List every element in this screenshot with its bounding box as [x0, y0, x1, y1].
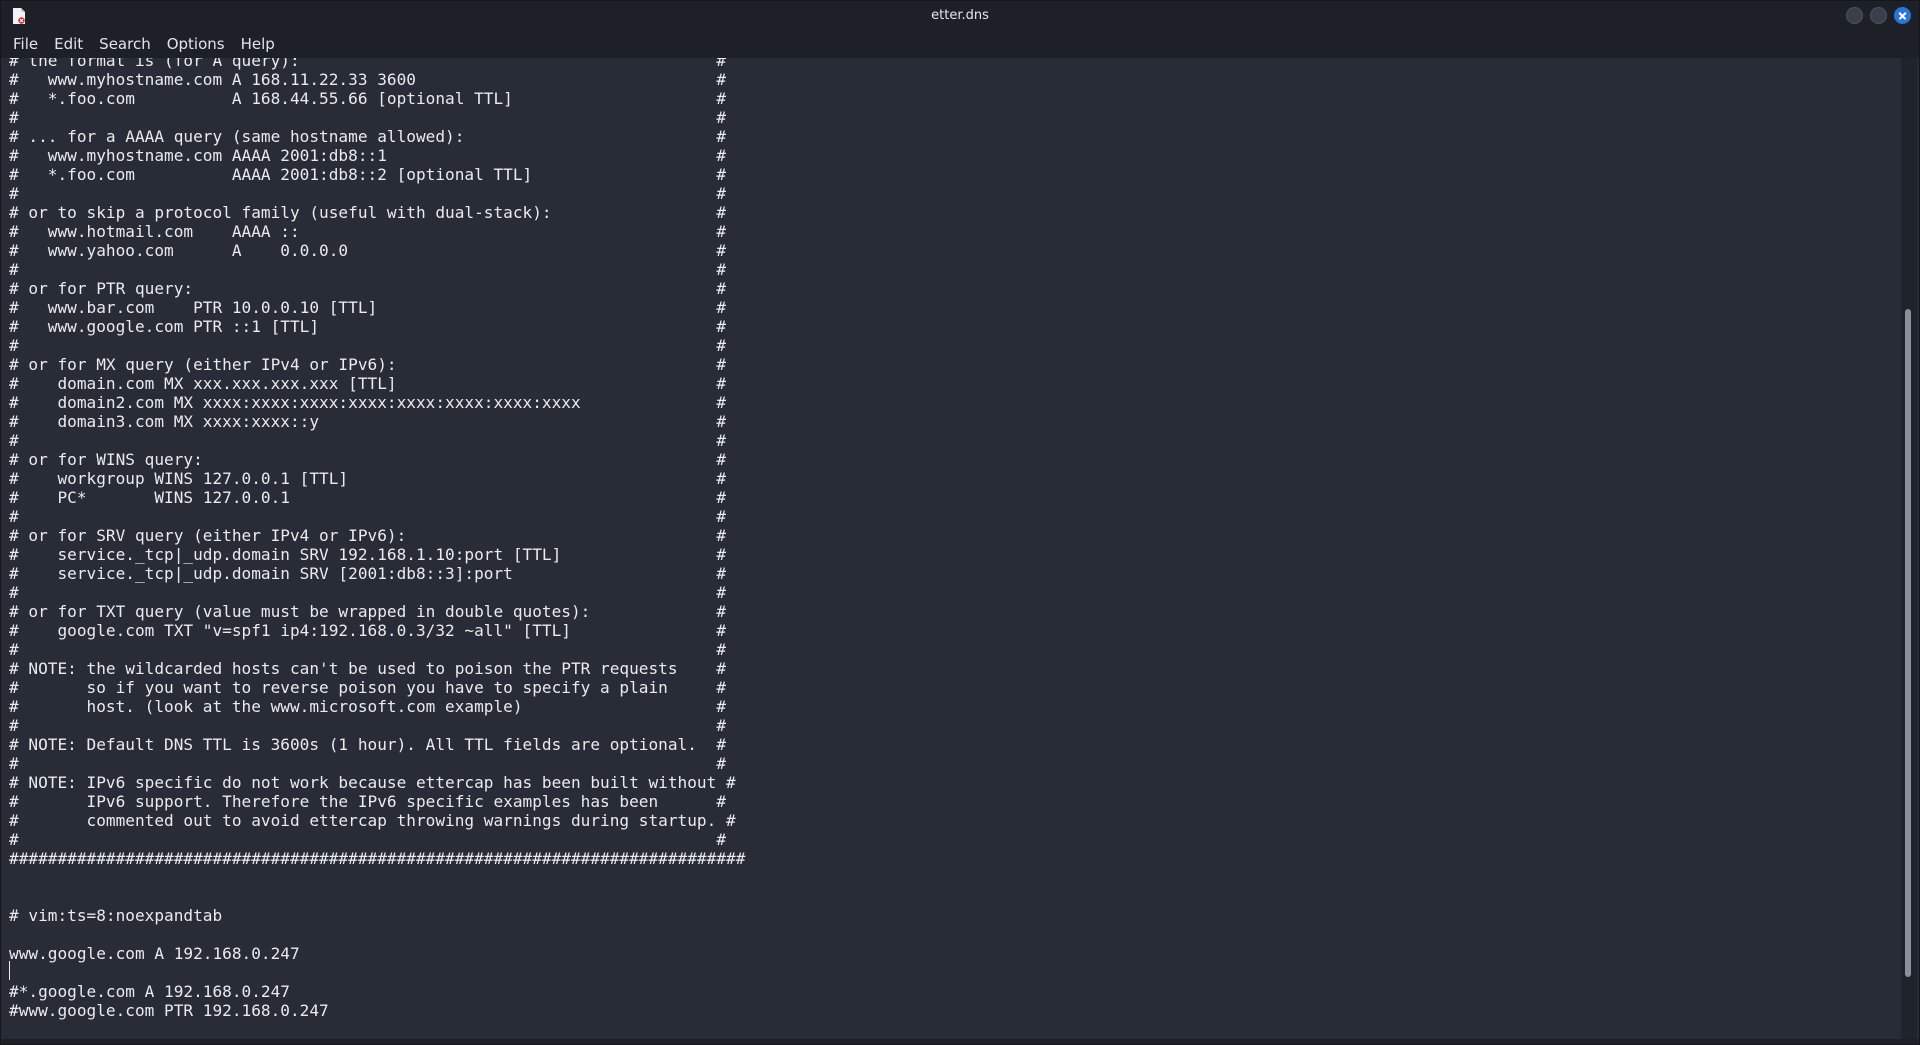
menu-file[interactable]: File: [5, 31, 46, 58]
editor-line[interactable]: # www.google.com PTR ::1 [TTL] #: [9, 317, 745, 336]
editor-line[interactable]: # or to skip a protocol family (useful w…: [9, 203, 745, 222]
editor-line[interactable]: #*.google.com A 192.168.0.247: [9, 982, 745, 1001]
editor-line[interactable]: # #: [9, 716, 745, 735]
editor-line[interactable]: # or for PTR query: #: [9, 279, 745, 298]
editor-line[interactable]: # NOTE: the wildcarded hosts can't be us…: [9, 659, 745, 678]
editor-line[interactable]: # or for WINS query: #: [9, 450, 745, 469]
editor-line[interactable]: # #: [9, 640, 745, 659]
editor-line[interactable]: # #: [9, 583, 745, 602]
editor-line[interactable]: # www.myhostname.com AAAA 2001:db8::1 #: [9, 146, 745, 165]
text-editor-area[interactable]: # the format is (for A query): # # www.my…: [1, 58, 1901, 1040]
editor-line[interactable]: [9, 963, 745, 982]
editor-line[interactable]: # host. (look at the www.microsoft.com e…: [9, 697, 745, 716]
editor-line[interactable]: # #: [9, 507, 745, 526]
editor-line[interactable]: # *.foo.com A 168.44.55.66 [optional TTL…: [9, 89, 745, 108]
editor-line[interactable]: #www.google.com PTR 192.168.0.247: [9, 1001, 745, 1020]
editor-line[interactable]: [9, 887, 745, 906]
editor-line[interactable]: # ... for a AAAA query (same hostname al…: [9, 127, 745, 146]
editor-line[interactable]: # #: [9, 754, 745, 773]
maximize-button[interactable]: [1870, 7, 1887, 24]
editor-line[interactable]: ########################################…: [9, 849, 745, 868]
editor-line[interactable]: # or for MX query (either IPv4 or IPv6):…: [9, 355, 745, 374]
editor-line[interactable]: # commented out to avoid ettercap throwi…: [9, 811, 745, 830]
editor-line[interactable]: # www.myhostname.com A 168.11.22.33 3600…: [9, 70, 745, 89]
editor-line[interactable]: # domain.com MX xxx.xxx.xxx.xxx [TTL] #: [9, 374, 745, 393]
scrollbar-thumb[interactable]: [1905, 309, 1911, 977]
window-title: etter.dns: [931, 8, 989, 23]
editor-line[interactable]: # so if you want to reverse poison you h…: [9, 678, 745, 697]
text-cursor: [9, 961, 10, 980]
menu-search[interactable]: Search: [91, 31, 159, 58]
editor-line[interactable]: # service._tcp|_udp.domain SRV 192.168.1…: [9, 545, 745, 564]
editor-line[interactable]: # #: [9, 336, 745, 355]
editor-line[interactable]: # workgroup WINS 127.0.0.1 [TTL] #: [9, 469, 745, 488]
minimize-button[interactable]: [1846, 7, 1863, 24]
editor-window: etter.dns File Edit Search Options Help …: [0, 0, 1920, 1045]
editor-line[interactable]: # www.bar.com PTR 10.0.0.10 [TTL] #: [9, 298, 745, 317]
editor-line[interactable]: # service._tcp|_udp.domain SRV [2001:db8…: [9, 564, 745, 583]
editor-line[interactable]: www.google.com A 192.168.0.247: [9, 944, 745, 963]
editor-line[interactable]: # NOTE: IPv6 specific do not work becaus…: [9, 773, 745, 792]
editor-line[interactable]: # IPv6 support. Therefore the IPv6 speci…: [9, 792, 745, 811]
editor-line[interactable]: # domain3.com MX xxxx:xxxx::y #: [9, 412, 745, 431]
menu-options[interactable]: Options: [159, 31, 233, 58]
editor-line[interactable]: # #: [9, 431, 745, 450]
menu-bar: File Edit Search Options Help: [1, 31, 1919, 58]
editor-line[interactable]: # or for SRV query (either IPv4 or IPv6)…: [9, 526, 745, 545]
editor-line[interactable]: # #: [9, 830, 745, 849]
editor-line[interactable]: [9, 925, 745, 944]
editor-line[interactable]: # the format is (for A query): #: [9, 58, 745, 70]
close-button[interactable]: [1894, 7, 1911, 24]
editor-line[interactable]: # PC* WINS 127.0.0.1 #: [9, 488, 745, 507]
editor-line[interactable]: # domain2.com MX xxxx:xxxx:xxxx:xxxx:xxx…: [9, 393, 745, 412]
menu-edit[interactable]: Edit: [46, 31, 91, 58]
editor-line[interactable]: # #: [9, 260, 745, 279]
editor-line[interactable]: # www.yahoo.com A 0.0.0.0 #: [9, 241, 745, 260]
editor-line[interactable]: # vim:ts=8:noexpandtab: [9, 906, 745, 925]
editor-line[interactable]: # google.com TXT "v=spf1 ip4:192.168.0.3…: [9, 621, 745, 640]
editor-line[interactable]: # *.foo.com AAAA 2001:db8::2 [optional T…: [9, 165, 745, 184]
window-bottom-edge: [1, 1039, 1919, 1044]
editor-line[interactable]: # #: [9, 108, 745, 127]
title-bar[interactable]: etter.dns: [1, 1, 1919, 31]
window-controls: [1846, 7, 1911, 24]
editor-line[interactable]: [9, 868, 745, 887]
editor-line[interactable]: # #: [9, 184, 745, 203]
menu-help[interactable]: Help: [233, 31, 283, 58]
editor-line[interactable]: # www.hotmail.com AAAA :: #: [9, 222, 745, 241]
editor-text[interactable]: # the format is (for A query): # # www.my…: [9, 58, 745, 1020]
vertical-scrollbar[interactable]: [1901, 58, 1917, 1040]
editor-line[interactable]: # or for TXT query (value must be wrappe…: [9, 602, 745, 621]
editor-line[interactable]: # NOTE: Default DNS TTL is 3600s (1 hour…: [9, 735, 745, 754]
